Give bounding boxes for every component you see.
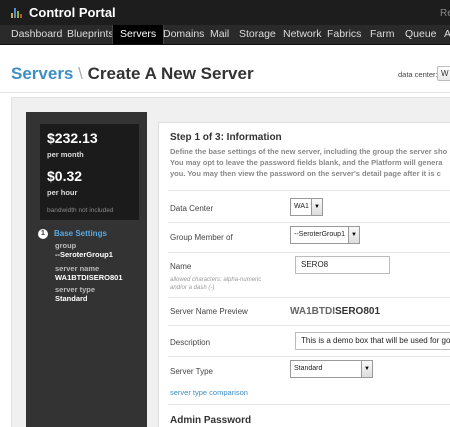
summary-group-value: --SeroterGroup1 (55, 250, 113, 259)
user-menu-link[interactable]: Re (440, 8, 450, 19)
server-type-comparison-link[interactable]: server type comparison (170, 388, 248, 397)
bandwidth-note: bandwidth not included (47, 207, 114, 214)
form-description-line2: You may opt to leave the password fields… (170, 158, 443, 167)
data-center-select-value: WA1 (294, 203, 309, 210)
form-panel (158, 122, 450, 427)
nav-storage[interactable]: Storage (239, 25, 276, 44)
chevron-down-icon: ▼ (311, 199, 322, 215)
page-title: Servers \ Create A New Server (11, 64, 254, 84)
main-nav: Dashboard Blueprints Servers Domains Mai… (0, 25, 450, 45)
group-member-select[interactable]: --SeroterGroup1 ▼ (290, 226, 360, 244)
nav-fabrics[interactable]: Fabrics (327, 25, 361, 44)
nav-queue[interactable]: Queue (405, 25, 437, 44)
page-heading: Create A New Server (87, 64, 254, 83)
data-center-select[interactable]: WA1 ▼ (290, 198, 323, 216)
summary-server-name-label: server name (55, 264, 100, 273)
hourly-price-label: per hour (47, 188, 78, 197)
nav-blueprints[interactable]: Blueprints (67, 25, 114, 44)
nav-dashboard[interactable]: Dashboard (11, 25, 62, 44)
server-name-preview-label: Server Name Preview (170, 307, 248, 316)
admin-password-heading: Admin Password (170, 415, 252, 426)
summary-server-name-value: WA1BTDISERO801 (55, 273, 123, 282)
data-center-field-label: Data Center (170, 204, 214, 213)
form-description-line1: Define the base settings of the new serv… (170, 147, 448, 156)
summary-server-name-suffix: SERO801 (88, 273, 123, 282)
description-field-label: Description (170, 338, 211, 347)
server-name-preview: WA1BTDISERO801 (290, 306, 380, 317)
preview-prefix: WA1BTDI (290, 306, 335, 317)
field-divider (168, 325, 450, 326)
app-title[interactable]: Control Portal (29, 5, 116, 20)
nav-network[interactable]: Network (283, 25, 322, 44)
name-field-label: Name (170, 262, 192, 271)
name-field-hint: allowed characters: alpha-numeric and/or… (170, 277, 262, 291)
monthly-price: $232.13 (47, 130, 98, 146)
summary-server-name-prefix: WA1BTDI (55, 273, 89, 282)
section-divider (168, 404, 450, 405)
nav-domains[interactable]: Domains (163, 25, 204, 44)
hourly-price: $0.32 (47, 168, 83, 184)
group-member-select-value: --SeroterGroup1 (294, 231, 345, 238)
server-type-select-value: Standard (294, 365, 323, 372)
field-divider (168, 252, 450, 253)
chevron-down-icon: ▼ (348, 227, 359, 243)
description-input[interactable]: This is a demo box that will be used for… (295, 332, 450, 350)
summary-server-type-value: Standard (55, 294, 88, 303)
data-center-switcher[interactable]: W (437, 66, 450, 81)
form-description-line3: you. You may then view the password on t… (170, 169, 441, 178)
step-base-settings[interactable]: Base Settings (54, 229, 107, 238)
nav-farm[interactable]: Farm (370, 25, 395, 44)
data-center-label: data center: (398, 70, 438, 79)
server-type-select[interactable]: Standard ▼ (290, 360, 373, 378)
step-number-badge: 1 (38, 229, 48, 239)
top-bar: Control Portal Re (0, 0, 450, 25)
nav-servers[interactable]: Servers (112, 25, 165, 44)
server-name-input[interactable]: SERO8 (295, 256, 390, 274)
preview-suffix: SERO801 (335, 306, 381, 317)
breadcrumb-servers[interactable]: Servers (11, 64, 73, 83)
summary-server-type-label: server type (55, 285, 96, 294)
monthly-price-label: per month (47, 150, 84, 159)
nav-mail[interactable]: Mail (210, 25, 229, 44)
summary-group-label: group (55, 241, 77, 250)
field-divider (168, 222, 450, 223)
nav-more[interactable]: A (444, 25, 450, 44)
header-divider (0, 92, 450, 93)
logo-icon (11, 8, 23, 18)
form-divider (168, 190, 450, 191)
server-type-field-label: Server Type (170, 367, 213, 376)
field-divider (168, 356, 450, 357)
chevron-down-icon: ▼ (361, 361, 372, 377)
breadcrumb-separator: \ (78, 64, 83, 83)
group-member-field-label: Group Member of (170, 233, 233, 242)
step-heading: Step 1 of 3: Information (170, 132, 282, 143)
field-divider (168, 297, 450, 298)
